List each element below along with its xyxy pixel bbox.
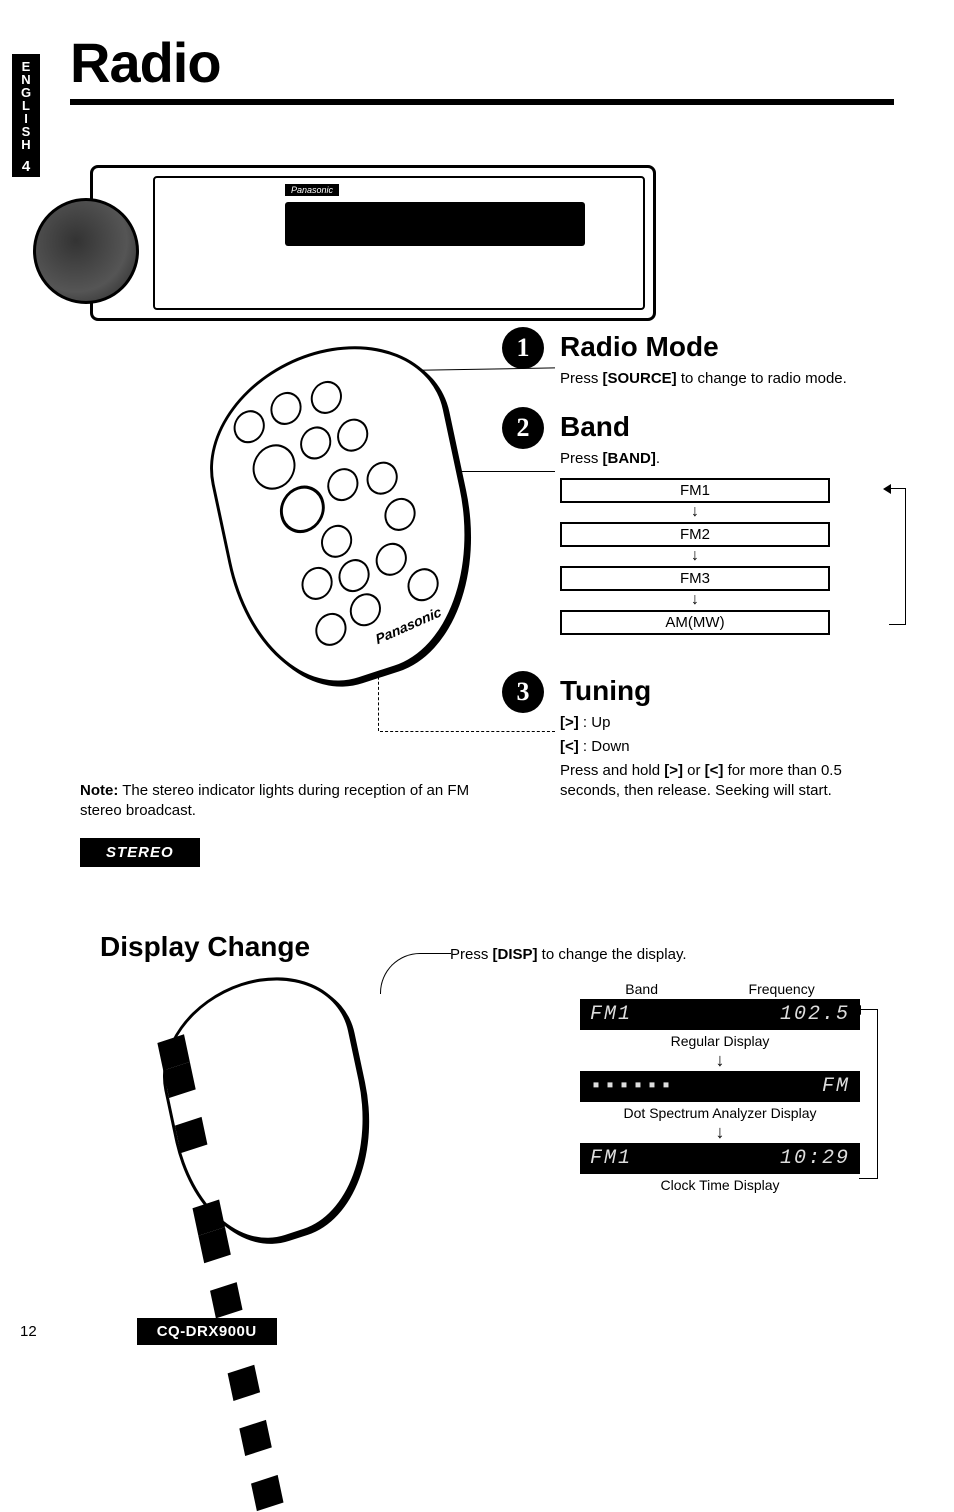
head-unit-face: Panasonic xyxy=(153,176,645,310)
step-heading-band: Band xyxy=(560,411,890,443)
head-unit-screen xyxy=(285,202,585,246)
step-number-1: 1 xyxy=(502,327,544,369)
lcd-band-value: FM1 xyxy=(590,1003,632,1026)
remote-btn-vol-dn xyxy=(364,457,401,498)
caption-clock: Clock Time Display xyxy=(580,1177,860,1193)
arrow-down-icon: ↓ xyxy=(580,1123,860,1141)
caption-spectrum: Dot Spectrum Analyzer Display xyxy=(580,1105,860,1121)
tuning-down-line: [<] : Down xyxy=(560,737,890,757)
display-col-band: Band xyxy=(625,981,658,997)
lcd-spectrum: ▪▪▪▪▪▪ FM xyxy=(580,1071,860,1102)
tuning-up-line: [>] : Up xyxy=(560,713,890,733)
lcd-clock-time: 10:29 xyxy=(780,1147,850,1170)
stereo-indicator-badge: STEREO xyxy=(80,838,200,867)
remote-btn-pwr xyxy=(231,406,268,447)
remote-illustration: Panasonic xyxy=(220,351,520,701)
remote-btn-prog xyxy=(335,555,372,596)
band-box-am: AM(MW) xyxy=(560,610,830,635)
band-cycle-diagram: FM1 ↓ FM2 ↓ FM3 ↓ AM(MW) xyxy=(560,478,890,635)
head-unit-illustration: Panasonic xyxy=(90,165,656,321)
step-band: 2 Band Press [BAND]. FM1 ↓ FM2 ↓ FM3 ↓ A… xyxy=(560,411,890,634)
title-rule xyxy=(70,99,894,105)
stereo-note: Note: The stereo indicator lights during… xyxy=(80,781,510,867)
remote-btn-source xyxy=(249,439,300,496)
remote-btn-disp xyxy=(405,564,442,605)
language-tab: ENGLISH 4 xyxy=(12,54,40,177)
arrow-down-icon: ↓ xyxy=(560,504,830,520)
band-box-fm2: FM2 xyxy=(560,522,830,547)
page-number: 12 xyxy=(20,1323,37,1340)
remote-btn-rep xyxy=(324,464,361,505)
page-title: Radio xyxy=(70,30,221,95)
head-unit-brand: Panasonic xyxy=(285,184,339,196)
step-number-2: 2 xyxy=(502,407,544,449)
arrow-down-icon: ↓ xyxy=(560,592,830,608)
remote-btn-down xyxy=(347,589,384,630)
lcd-spectrum-band: FM xyxy=(822,1075,850,1098)
volume-knob-icon xyxy=(33,198,139,304)
remote-btn-sel xyxy=(381,494,418,535)
band-return-arrow xyxy=(889,488,906,625)
step-text-band: Press [BAND]. xyxy=(560,449,890,469)
display-change-heading: Display Change xyxy=(100,931,310,963)
remote-btn-up xyxy=(318,521,355,562)
remote-btn-left xyxy=(299,563,336,604)
arrow-down-icon: ↓ xyxy=(580,1051,860,1069)
lcd-clock: FM1 10:29 xyxy=(580,1143,860,1174)
band-box-fm1: FM1 xyxy=(560,478,830,503)
step-heading-radio-mode: Radio Mode xyxy=(560,331,890,363)
remote-btn-center xyxy=(276,480,329,539)
remote-illustration-small xyxy=(170,981,430,1231)
lcd-spectrum-bars: ▪▪▪▪▪▪ xyxy=(590,1075,674,1098)
step-radio-mode: 1 Radio Mode Press [SOURCE] to change to… xyxy=(560,331,890,389)
lcd-regular: FM1 102.5 xyxy=(580,999,860,1030)
step-number-3: 3 xyxy=(502,671,544,713)
band-box-fm3: FM3 xyxy=(560,566,830,591)
note-label: Note: xyxy=(80,782,118,799)
leader-line-3 xyxy=(380,731,555,732)
note-text: The stereo indicator lights during recep… xyxy=(80,782,469,819)
display-change-instruction: Press [DISP] to change the display. xyxy=(450,946,687,963)
remote-btn-band xyxy=(297,422,334,463)
step-heading-tuning: Tuning xyxy=(560,675,890,707)
language-tab-page: 4 xyxy=(12,159,40,174)
remote-btn-scan xyxy=(267,388,304,429)
step-tuning: 3 Tuning [>] : Up [<] : Down Press and h… xyxy=(560,675,890,802)
arrow-down-icon: ↓ xyxy=(560,548,830,564)
remote-btn-vol-up xyxy=(334,414,371,455)
display-cycle-diagram: Band Frequency FM1 102.5 Regular Display… xyxy=(580,981,860,1195)
remote-btn-right xyxy=(373,539,410,580)
caption-regular: Regular Display xyxy=(580,1033,860,1049)
lcd-clock-band: FM1 xyxy=(590,1147,632,1170)
lcd-freq-value: 102.5 xyxy=(780,1003,850,1026)
remote-btn-dimmer xyxy=(312,609,349,650)
remote-brand-label: Panasonic xyxy=(374,603,444,647)
model-badge: CQ-DRX900U xyxy=(137,1318,277,1345)
step-text-radio-mode: Press [SOURCE] to change to radio mode. xyxy=(560,369,890,389)
remote-btn-mute xyxy=(308,377,345,418)
display-col-freq: Frequency xyxy=(749,981,815,997)
display-return-arrow xyxy=(859,1009,878,1179)
tuning-seek-text: Press and hold [>] or [<] for more than … xyxy=(560,761,890,802)
